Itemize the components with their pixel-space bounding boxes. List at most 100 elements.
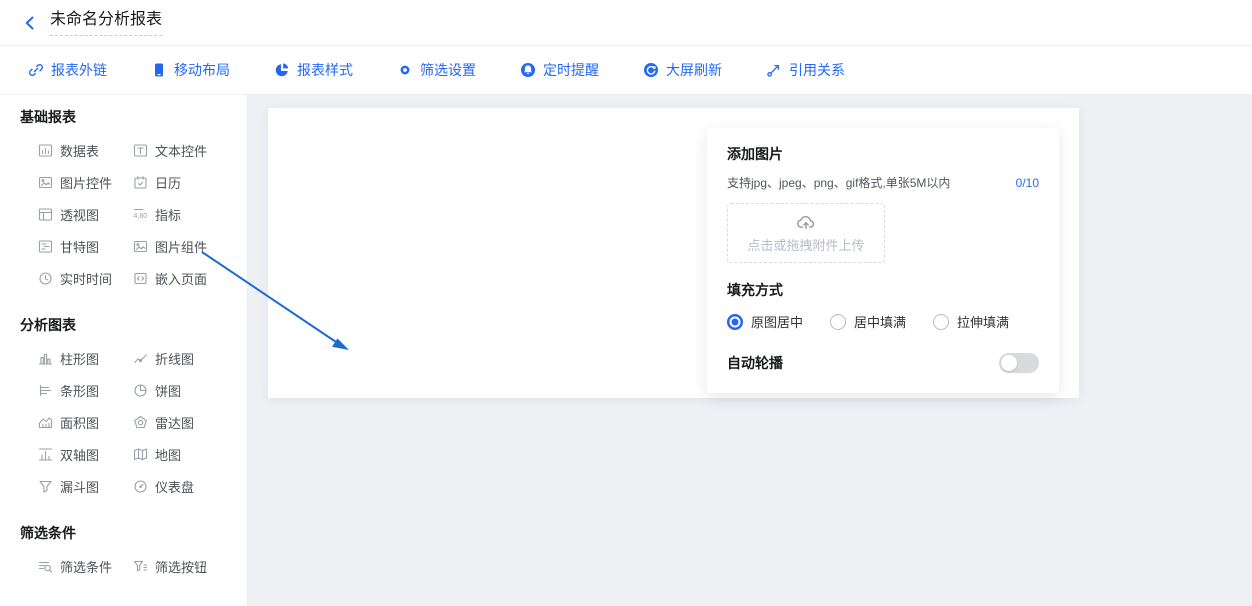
dual-axis-icon [38, 447, 53, 462]
sidebar-item-metric[interactable]: 4,80 指标 [133, 198, 247, 230]
sidebar-item-label: 双轴图 [60, 445, 99, 464]
sidebar-item-label: 实时时间 [60, 269, 112, 288]
gantt-icon [38, 239, 53, 254]
clock-icon [38, 271, 53, 286]
section-basic-reports: 基础报表 数据表 文本控件 图片控件 [20, 108, 247, 294]
radio-selected-icon [727, 314, 743, 330]
sidebar-item-image-component[interactable]: 图片组件 [133, 230, 247, 262]
sidebar-item-radar-chart[interactable]: 雷达图 [133, 406, 247, 438]
chevron-left-icon [22, 15, 38, 31]
sidebar-item-label: 文本控件 [155, 141, 207, 160]
sidebar-item-map[interactable]: 地图 [133, 438, 247, 470]
gear-icon [397, 62, 413, 78]
sidebar-item-label: 柱形图 [60, 349, 99, 368]
autoplay-toggle[interactable] [999, 353, 1039, 373]
image-icon [133, 239, 148, 254]
toolbar-report-external-link[interactable]: 报表外链 [28, 60, 107, 80]
toolbar-item-label: 筛选设置 [420, 60, 476, 80]
toolbar-item-label: 报表外链 [51, 60, 107, 80]
sidebar-item-column-chart[interactable]: 柱形图 [38, 342, 133, 374]
section-title: 筛选条件 [20, 524, 247, 542]
sidebar-item-embed-page[interactable]: 嵌入页面 [133, 262, 247, 294]
toolbar-mobile-layout[interactable]: 移动布局 [151, 60, 230, 80]
app-root: 未命名分析报表 报表外链 移动布局 报表样式 筛选设置 定时提醒 大屏刷新 [0, 0, 1252, 606]
radio-fill-center-fill[interactable]: 居中填满 [830, 312, 906, 331]
upload-counter: 0/10 [1016, 176, 1039, 190]
sidebar-item-bar-chart[interactable]: 条形图 [38, 374, 133, 406]
sidebar-item-gantt[interactable]: 甘特图 [38, 230, 133, 262]
report-title[interactable]: 未命名分析报表 [50, 10, 162, 36]
sidebar-item-label: 漏斗图 [60, 477, 99, 496]
data-table-icon [38, 143, 53, 158]
column-chart-icon [38, 351, 53, 366]
widget-sidebar: 基础报表 数据表 文本控件 图片控件 [0, 95, 248, 606]
sidebar-item-label: 雷达图 [155, 413, 194, 432]
radio-fill-original-center[interactable]: 原图居中 [727, 312, 803, 331]
sidebar-item-data-table[interactable]: 数据表 [38, 134, 133, 166]
toolbar-timed-reminder[interactable]: 定时提醒 [520, 60, 599, 80]
sidebar-item-filter-button[interactable]: 筛选按钮 [133, 550, 247, 582]
fill-mode-label: 填充方式 [727, 281, 1039, 299]
sidebar-item-realtime-clock[interactable]: 实时时间 [38, 262, 133, 294]
autoplay-label: 自动轮播 [727, 353, 783, 373]
back-button[interactable] [18, 11, 42, 35]
sidebar-item-label: 仪表盘 [155, 477, 194, 496]
main-area: 添加图片 支持jpg、jpeg、png、gif格式,单张5M以内 0/10 点击… [248, 95, 1252, 606]
sidebar-item-label: 图片组件 [155, 237, 207, 256]
sidebar-item-label: 嵌入页面 [155, 269, 207, 288]
cloud-upload-icon [796, 212, 816, 232]
radio-fill-stretch-fill[interactable]: 拉伸填满 [933, 312, 1009, 331]
section-title: 基础报表 [20, 108, 247, 126]
sidebar-item-pie-chart[interactable]: 饼图 [133, 374, 247, 406]
image-icon [38, 175, 53, 190]
sidebar-item-label: 甘特图 [60, 237, 99, 256]
upload-format-hint: 支持jpg、jpeg、png、gif格式,单张5M以内 [727, 174, 950, 191]
sidebar-item-label: 图片控件 [60, 173, 112, 192]
toolbar-reference-relation[interactable]: 引用关系 [766, 60, 845, 80]
sidebar-item-text-widget[interactable]: 文本控件 [133, 134, 247, 166]
upload-dropzone[interactable]: 点击或拖拽附件上传 [727, 203, 885, 263]
pie-icon [133, 383, 148, 398]
sidebar-item-label: 日历 [155, 173, 181, 192]
sidebar-item-label: 筛选条件 [60, 557, 112, 576]
sidebar-item-gauge[interactable]: 仪表盘 [133, 470, 247, 502]
gauge-icon [133, 479, 148, 494]
sidebar-item-calendar[interactable]: 日历 [133, 166, 247, 198]
radio-label: 居中填满 [854, 312, 906, 331]
sidebar-item-label: 数据表 [60, 141, 99, 160]
toolbar-report-style[interactable]: 报表样式 [274, 60, 353, 80]
sidebar-item-line-chart[interactable]: 折线图 [133, 342, 247, 374]
filter-button-icon [133, 559, 148, 574]
refresh-icon [643, 62, 659, 78]
workspace: 基础报表 数据表 文本控件 图片控件 [0, 95, 1252, 606]
radio-label: 拉伸填满 [957, 312, 1009, 331]
filter-search-icon [38, 559, 53, 574]
sidebar-item-pivot-table[interactable]: 透视图 [38, 198, 133, 230]
sidebar-item-label: 面积图 [60, 413, 99, 432]
bell-icon [520, 62, 536, 78]
sidebar-item-funnel-chart[interactable]: 漏斗图 [38, 470, 133, 502]
toolbar: 报表外链 移动布局 报表样式 筛选设置 定时提醒 大屏刷新 引用关系 [0, 46, 1252, 95]
pie-chart-icon [274, 62, 290, 78]
pivot-table-icon [38, 207, 53, 222]
toolbar-item-label: 引用关系 [789, 60, 845, 80]
line-chart-icon [133, 351, 148, 366]
sidebar-item-filter-condition[interactable]: 筛选条件 [38, 550, 133, 582]
section-filter-conditions: 筛选条件 筛选条件 筛选按钮 [20, 524, 247, 582]
metric-icon: 4,80 [133, 207, 148, 222]
header: 未命名分析报表 [0, 0, 1252, 46]
bar-chart-icon [38, 383, 53, 398]
sidebar-item-label: 筛选按钮 [155, 557, 207, 576]
radio-unselected-icon [830, 314, 846, 330]
area-chart-icon [38, 415, 53, 430]
sidebar-item-area-chart[interactable]: 面积图 [38, 406, 133, 438]
sidebar-item-label: 条形图 [60, 381, 99, 400]
toolbar-bigscreen-refresh[interactable]: 大屏刷新 [643, 60, 722, 80]
fill-mode-radio-group: 原图居中 居中填满 拉伸填满 [727, 312, 1039, 331]
sidebar-item-dual-axis-chart[interactable]: 双轴图 [38, 438, 133, 470]
sidebar-item-label: 饼图 [155, 381, 181, 400]
sidebar-item-image-widget[interactable]: 图片控件 [38, 166, 133, 198]
toggle-knob [1001, 355, 1017, 371]
radio-unselected-icon [933, 314, 949, 330]
toolbar-filter-settings[interactable]: 筛选设置 [397, 60, 476, 80]
